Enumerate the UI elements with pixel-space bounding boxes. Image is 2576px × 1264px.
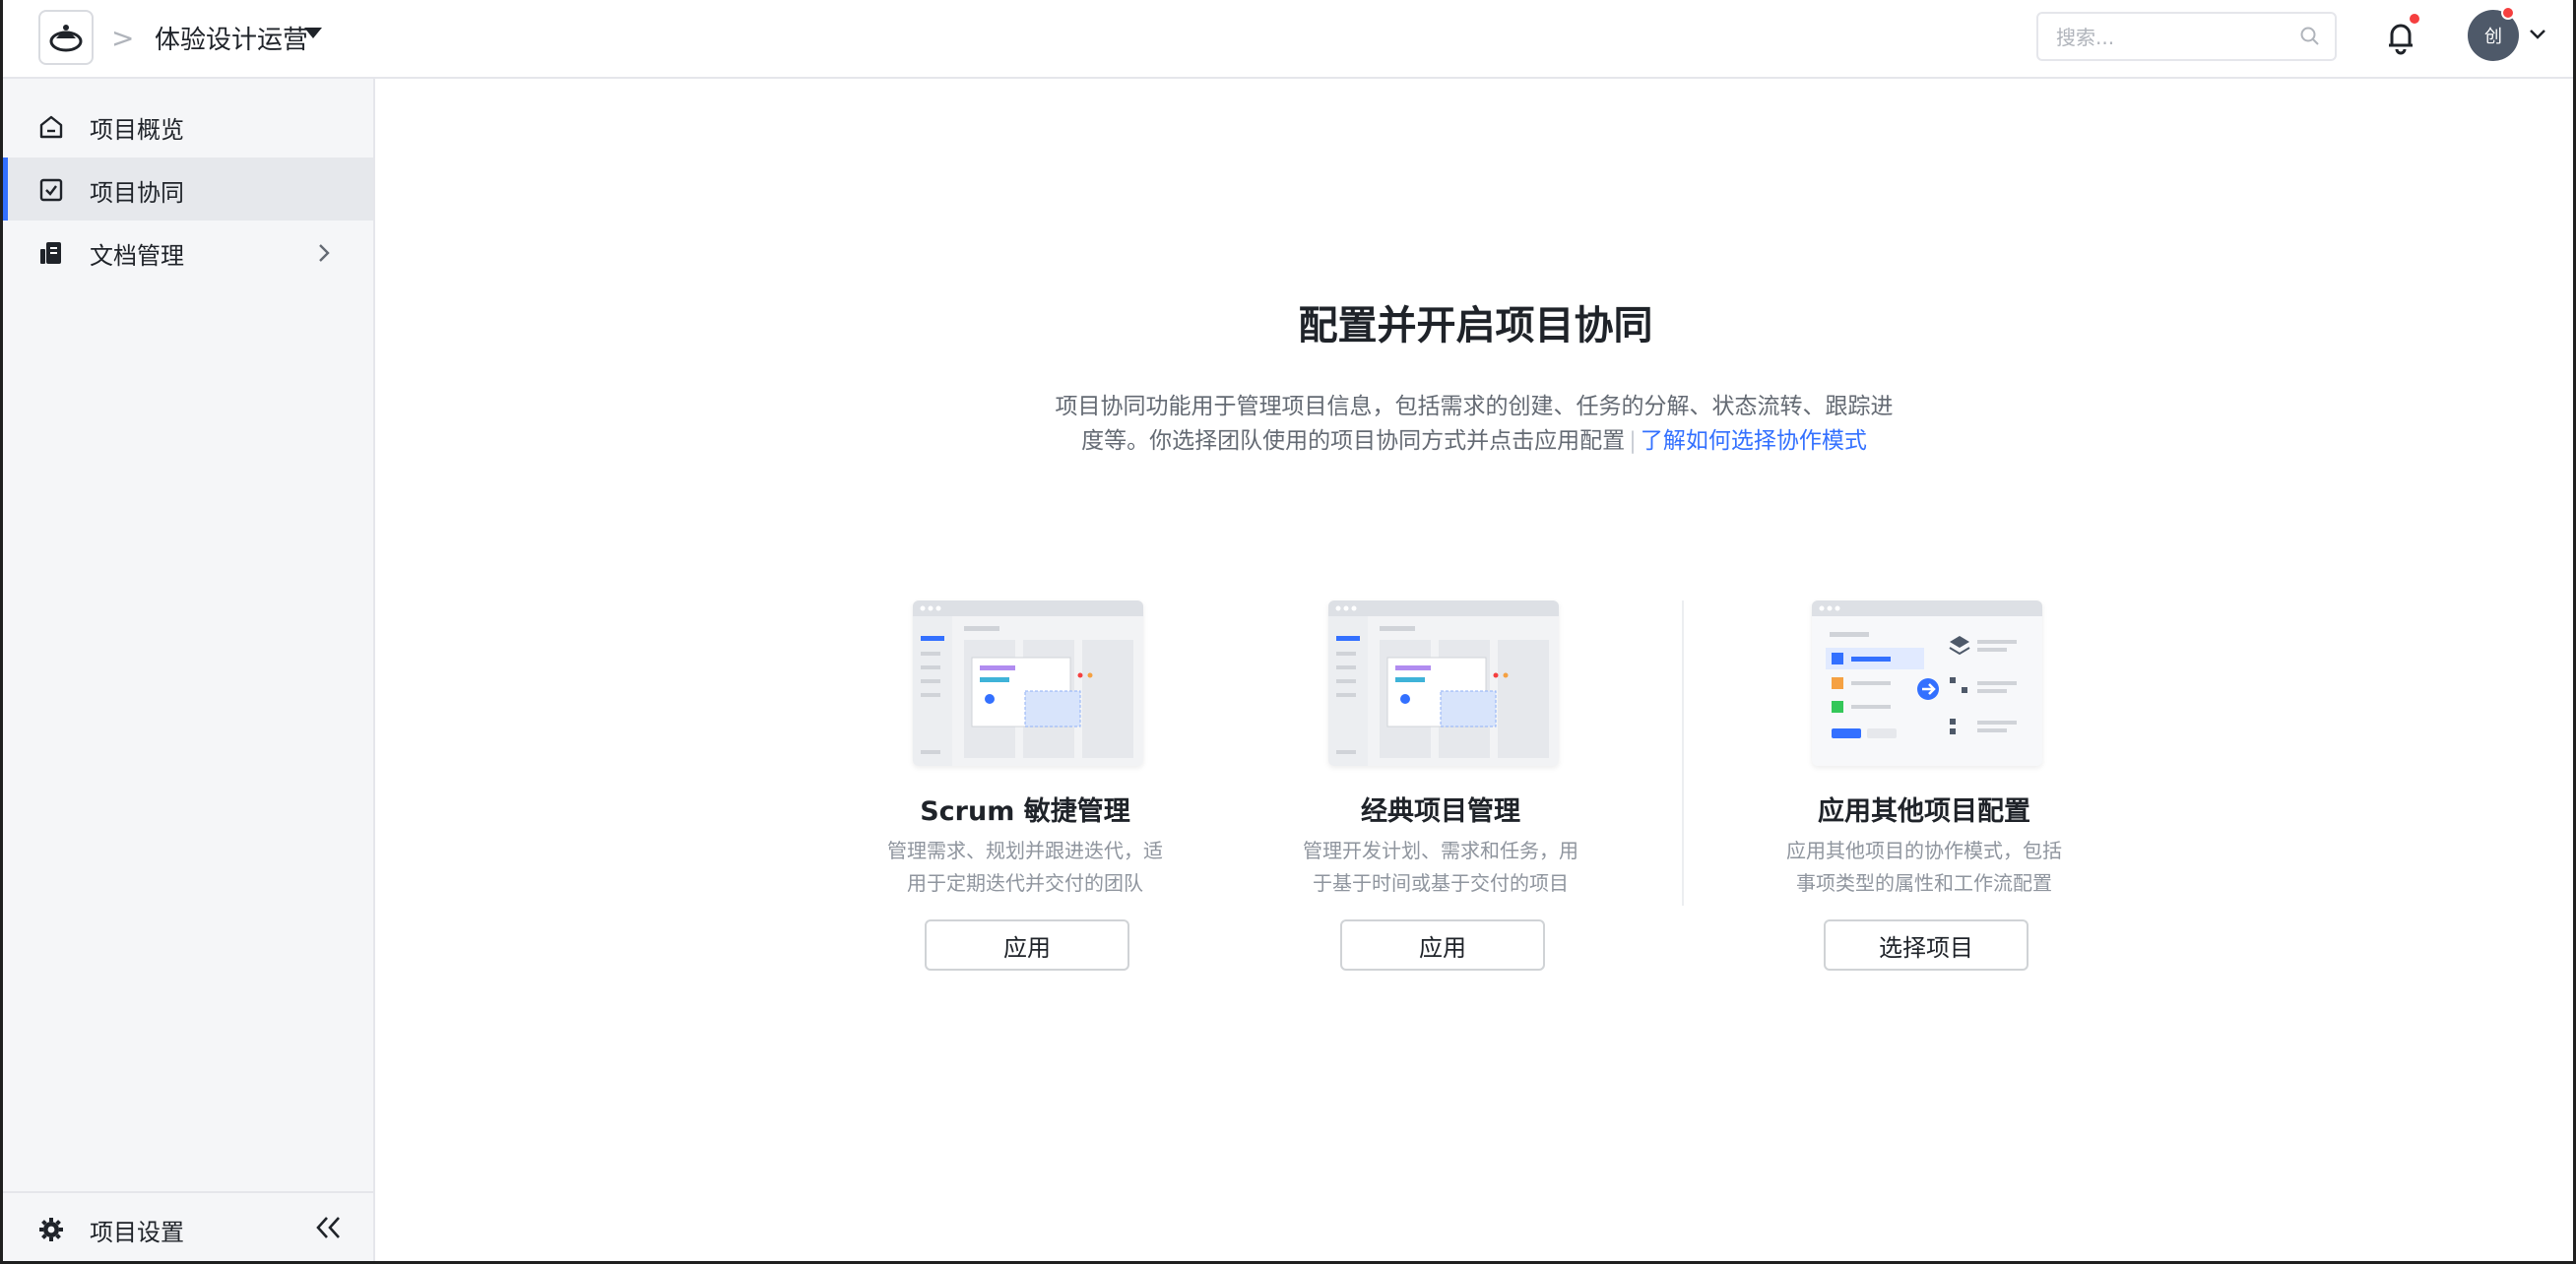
other-config-illustration	[1812, 600, 2042, 766]
card-title: 应用其他项目配置	[1818, 796, 2030, 827]
card-desc-line: 事项类型的属性和工作流配置	[1796, 871, 2052, 895]
learn-more-link[interactable]: 了解如何选择协作模式	[1641, 428, 1867, 454]
project-switcher[interactable]: 体验设计运营	[155, 20, 308, 56]
avatar[interactable]: 创	[2468, 6, 2519, 61]
page-description: 项目协同功能用于管理项目信息，包括需求的创建、任务的分解、状态流转、跟踪进 度等…	[1027, 390, 1921, 459]
caret-down-icon[interactable]	[304, 28, 322, 38]
document-icon	[40, 242, 61, 264]
gear-icon	[39, 1218, 63, 1241]
avatar-notification-dot	[2501, 6, 2515, 20]
card-title: Scrum 敏捷管理	[920, 796, 1130, 827]
scrum-illustration	[913, 600, 1143, 766]
card-desc-line: 管理需求、规划并跟进迭代，适	[887, 839, 1163, 862]
search-input[interactable]	[2056, 26, 2273, 49]
page-title: 配置并开启项目协同	[1298, 303, 1653, 348]
sidebar-item-overview[interactable]: 项目概览	[3, 95, 373, 158]
app-window: > 体验设计运营 创	[0, 0, 2576, 1264]
select-project-button[interactable]: 选择项目	[1824, 919, 2029, 971]
checkbox-icon	[39, 178, 63, 202]
card-description: 管理需求、规划并跟进迭代，适 用于定期迭代并交付的团队	[877, 835, 1173, 900]
avatar-initial: 创	[2484, 27, 2502, 47]
card-description: 管理开发计划、需求和任务，用 于基于时间或基于交付的项目	[1293, 835, 1588, 900]
notification-dot	[2408, 12, 2421, 26]
card-divider	[1682, 600, 1684, 906]
card-desc-line: 用于定期迭代并交付的团队	[907, 871, 1143, 895]
notifications-button[interactable]	[2384, 12, 2421, 59]
search-icon[interactable]	[2299, 26, 2321, 47]
description-line-2: 度等。你选择团队使用的项目协同方式并点击应用配置 | 了解如何选择协作模式	[1027, 424, 1921, 459]
sidebar-item-label: 项目协同	[90, 179, 184, 207]
collapse-sidebar-icon[interactable]	[314, 1215, 344, 1240]
card-desc-line: 于基于时间或基于交付的项目	[1313, 871, 1569, 895]
sidebar: 项目概览 项目协同 文档管理 项目设置	[3, 79, 375, 1261]
card-desc-line: 应用其他项目的协作模式，包括	[1786, 839, 2062, 862]
sidebar-item-collaboration[interactable]: 项目协同	[3, 158, 373, 221]
sidebar-footer: 项目设置	[3, 1191, 373, 1261]
top-bar: > 体验设计运营 创	[3, 0, 2573, 79]
chevron-down-icon[interactable]	[2529, 28, 2546, 41]
description-text: 度等。你选择团队使用的项目协同方式并点击应用配置	[1081, 428, 1626, 454]
card-title: 经典项目管理	[1361, 796, 1520, 827]
classic-illustration	[1328, 600, 1559, 766]
card-desc-line: 管理开发计划、需求和任务，用	[1303, 839, 1578, 862]
home-icon	[39, 115, 63, 139]
sidebar-item-label: 项目概览	[90, 116, 184, 144]
apply-scrum-button[interactable]: 应用	[925, 919, 1129, 971]
logo-icon	[49, 25, 83, 52]
divider: |	[1629, 428, 1637, 454]
sidebar-item-documents[interactable]: 文档管理	[3, 221, 373, 284]
card-description: 应用其他项目的协作模式，包括 事项类型的属性和工作流配置	[1776, 835, 2072, 900]
breadcrumb-separator: >	[111, 22, 135, 54]
apply-classic-button[interactable]: 应用	[1340, 919, 1545, 971]
sidebar-footer-label: 项目设置	[90, 1219, 184, 1246]
search-field[interactable]	[2036, 12, 2337, 61]
chevron-right-icon[interactable]	[316, 242, 332, 264]
app-logo[interactable]	[38, 10, 94, 65]
description-line: 项目协同功能用于管理项目信息，包括需求的创建、任务的分解、状态流转、跟踪进	[1055, 394, 1894, 419]
sidebar-item-label: 文档管理	[90, 242, 184, 270]
